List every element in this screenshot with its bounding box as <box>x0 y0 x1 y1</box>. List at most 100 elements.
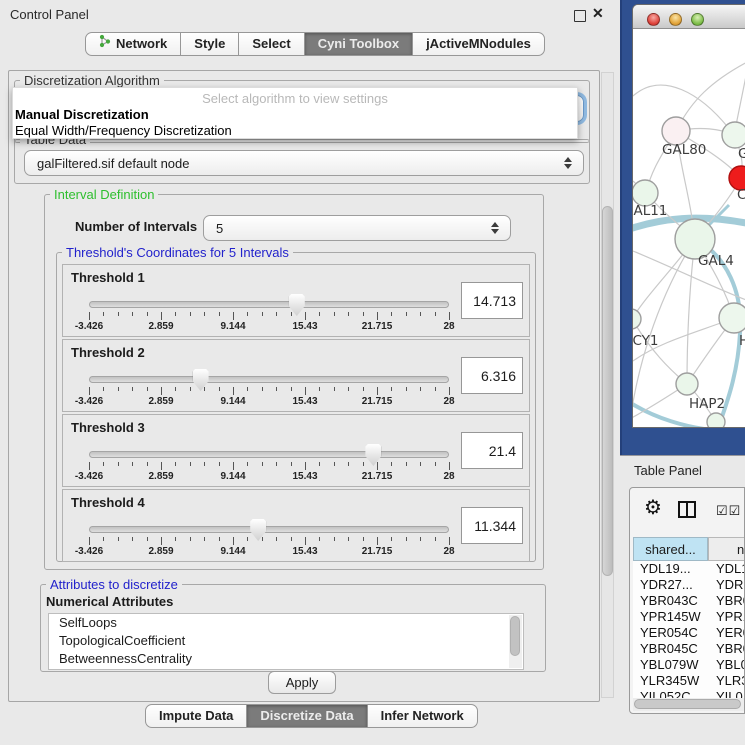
cell-shared-name: YBL079W <box>640 657 699 672</box>
tick-mark <box>420 387 421 391</box>
tab-label: Discretize Data <box>260 705 353 727</box>
tick-label: 2.859 <box>148 546 173 557</box>
zoom-traffic-light-icon[interactable] <box>691 13 704 26</box>
network-node-label: GAL11 <box>633 203 667 219</box>
tick-mark <box>449 462 450 470</box>
threshold-4-track[interactable] <box>89 526 449 533</box>
popup-option-manual-discretization[interactable]: Manual Discretization <box>13 107 577 123</box>
tick-mark <box>435 462 436 466</box>
numerical-attributes-label: Numerical Attributes <box>46 594 173 609</box>
table-row[interactable]: YDR27...YDR2 <box>633 577 745 593</box>
tick-mark <box>161 312 162 320</box>
tick-mark <box>449 537 450 545</box>
network-node-gcy1[interactable] <box>633 309 641 329</box>
network-node-gal80[interactable] <box>662 117 690 145</box>
close-traffic-light-icon[interactable] <box>647 13 660 26</box>
tick-mark <box>406 537 407 541</box>
threshold-4-row: Threshold 4-3.4262.8599.14415.4321.71528… <box>62 489 530 562</box>
tick-mark <box>262 312 263 316</box>
tick-mark <box>204 312 205 316</box>
tab-cyni-toolbox[interactable]: Cyni Toolbox <box>304 32 413 56</box>
tick-label: 9.144 <box>220 396 245 407</box>
tick-mark <box>377 312 378 320</box>
network-node-ga[interactable] <box>722 122 745 148</box>
table-row[interactable]: YBR043CYBR0 <box>633 593 745 609</box>
threshold-4-value-field[interactable]: 11.344 <box>461 507 523 544</box>
tick-label: 2.859 <box>148 321 173 332</box>
tick-mark <box>334 537 335 541</box>
tick-mark <box>334 462 335 466</box>
cell-name: YLR3 <box>716 673 745 688</box>
table-row[interactable]: YBL079WYBL0 <box>633 657 745 673</box>
table-row[interactable]: YBR045CYBR0 <box>633 641 745 657</box>
table-horizontal-scrollbar[interactable] <box>633 698 744 711</box>
tab-select[interactable]: Select <box>238 32 304 56</box>
table-panel-header: Table Panel <box>620 455 745 485</box>
threshold-3-value-field[interactable]: 21.4 <box>461 432 523 469</box>
checkbox-columns-icon[interactable]: ☑☑ <box>716 503 741 519</box>
tab-jactivemnodules[interactable]: jActiveMNodules <box>412 32 545 56</box>
table-row[interactable]: YDL19...YDL1 <box>633 561 745 577</box>
network-node-h[interactable] <box>719 303 745 333</box>
tick-mark <box>420 537 421 541</box>
tab-infer-network[interactable]: Infer Network <box>367 704 478 728</box>
tick-label: 15.43 <box>292 546 317 557</box>
popup-option-equal-width-frequency-discretization[interactable]: Equal Width/Frequency Discretization <box>13 123 577 139</box>
cell-name: YER0 <box>716 625 745 640</box>
network-view-window: GAL80GACGAL11GAL4GCY1HHAP2 <box>632 4 745 428</box>
attribute-item-topologicalcoefficient[interactable]: TopologicalCoefficient <box>49 632 523 650</box>
threshold-1-value-field[interactable]: 14.713 <box>461 282 523 319</box>
tick-mark <box>391 312 392 316</box>
main-vertical-scrollbar-thumb[interactable] <box>602 206 613 576</box>
float-window-icon[interactable] <box>574 10 586 22</box>
minimize-traffic-light-icon[interactable] <box>669 13 682 26</box>
tick-mark <box>204 462 205 466</box>
threshold-1-track[interactable] <box>89 301 449 308</box>
tab-label: Network <box>116 33 167 55</box>
attribute-item-betweennesscentrality[interactable]: BetweennessCentrality <box>49 650 523 668</box>
number-of-intervals-value: 5 <box>216 221 223 236</box>
network-node-label: C <box>737 187 745 203</box>
column-header-shared[interactable]: shared... <box>633 537 708 561</box>
attributes-scrollbar[interactable] <box>509 615 522 668</box>
table-row[interactable]: YER054CYER0 <box>633 625 745 641</box>
tick-mark <box>219 312 220 316</box>
tick-mark <box>161 462 162 470</box>
tick-mark <box>190 462 191 466</box>
threshold-2-track[interactable] <box>89 376 449 383</box>
split-columns-icon[interactable] <box>678 501 696 518</box>
tick-mark <box>435 537 436 541</box>
threshold-3-track[interactable] <box>89 451 449 458</box>
tick-mark <box>103 312 104 316</box>
network-window-titlebar[interactable] <box>633 5 745 29</box>
column-header-name[interactable]: n <box>708 537 745 561</box>
attribute-item-selfloops[interactable]: SelfLoops <box>49 614 523 632</box>
table-data-combo[interactable]: galFiltered.sif default node <box>24 150 584 176</box>
close-icon[interactable]: ✕ <box>592 5 604 22</box>
tick-mark <box>391 387 392 391</box>
discretization-algorithm-group-title: Discretization Algorithm <box>20 73 164 88</box>
attributes-group-title: Attributes to discretize <box>46 577 182 592</box>
apply-button[interactable]: Apply <box>268 671 336 694</box>
tick-label: -3.426 <box>75 471 103 482</box>
tab-network[interactable]: Network <box>85 32 181 56</box>
number-of-intervals-combo[interactable]: 5 <box>203 215 511 241</box>
tick-label: 15.43 <box>292 321 317 332</box>
table-row[interactable]: YPR145WYPR1 <box>633 609 745 625</box>
bottom-tab-bar: Impute Data Discretize Data Infer Network <box>145 704 478 728</box>
network-node-unlabeled[interactable] <box>707 413 725 427</box>
table-row[interactable]: YLR345WYLR3 <box>633 673 745 689</box>
tab-impute-data[interactable]: Impute Data <box>145 704 247 728</box>
attributes-scrollbar-thumb[interactable] <box>510 616 520 656</box>
network-node-hap2[interactable] <box>676 373 698 395</box>
network-canvas[interactable]: GAL80GACGAL11GAL4GCY1HHAP2 <box>633 29 745 427</box>
tab-style[interactable]: Style <box>180 32 239 56</box>
table-horizontal-scrollbar-thumb[interactable] <box>634 699 741 709</box>
threshold-2-value-field[interactable]: 6.316 <box>461 357 523 394</box>
tick-label: 9.144 <box>220 321 245 332</box>
tick-label: 2.859 <box>148 396 173 407</box>
network-graph: GAL80GACGAL11GAL4GCY1HHAP2 <box>633 29 745 427</box>
gear-icon[interactable]: ⚙ <box>644 496 662 520</box>
numerical-attributes-list[interactable]: SelfLoopsTopologicalCoefficientBetweenne… <box>48 613 524 670</box>
tab-discretize-data[interactable]: Discretize Data <box>246 704 367 728</box>
